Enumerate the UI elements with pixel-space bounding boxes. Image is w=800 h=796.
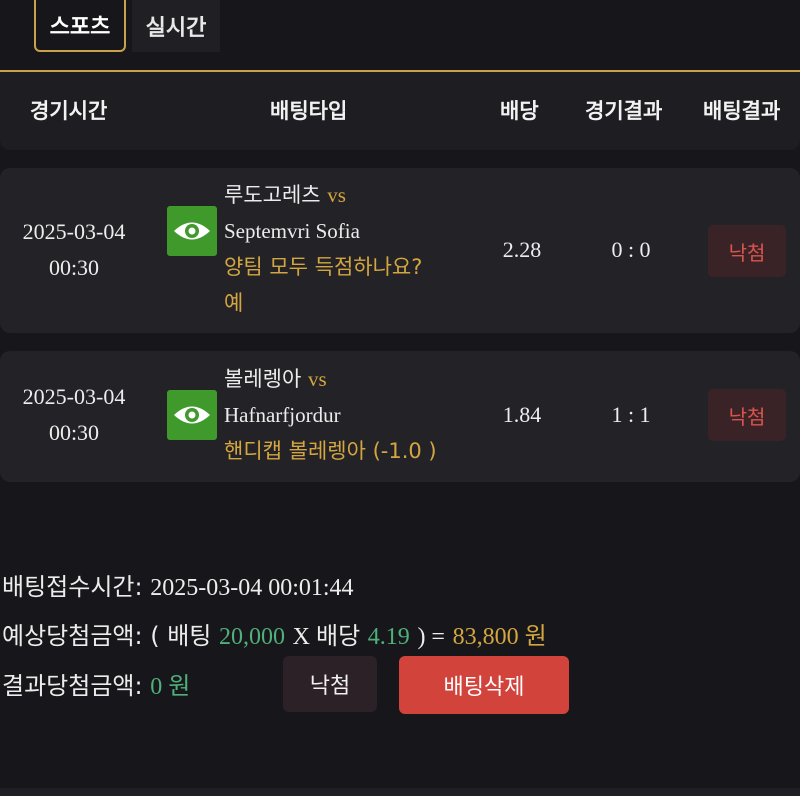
status-button[interactable]: 낙첨 bbox=[283, 656, 377, 712]
tab-sports[interactable]: 스포츠 bbox=[34, 0, 126, 52]
bet-market: 양팀 모두 득점하나요? bbox=[224, 255, 423, 279]
column-header-bet-result: 배팅결과 bbox=[703, 99, 781, 123]
column-header-odds: 배당 bbox=[500, 99, 539, 123]
away-team: Hafnarfjordur bbox=[224, 403, 341, 427]
home-team: 루도고레츠 bbox=[224, 183, 321, 207]
column-header-match-result: 경기결과 bbox=[585, 99, 663, 123]
result-amount: 0 원 bbox=[150, 674, 191, 700]
column-header-time: 경기시간 bbox=[30, 99, 108, 123]
tab-live[interactable]: 실시간 bbox=[132, 0, 220, 52]
table-header: 경기시간 배팅타입 배당 경기결과 배팅결과 bbox=[0, 72, 800, 150]
delete-bet-button[interactable]: 배팅삭제 bbox=[399, 656, 569, 714]
x-odds-label: X 배당 bbox=[292, 624, 361, 650]
received-time-line: 배팅접수시간: 2025-03-04 00:01:44 bbox=[2, 567, 354, 602]
close-equals: ) = bbox=[417, 624, 445, 650]
bet-amount: 20,000 bbox=[219, 624, 286, 650]
match-datetime: 2025-03-04 00:30 bbox=[0, 214, 148, 286]
odds-value: 2.28 bbox=[502, 237, 542, 262]
table-row: 2025-03-04 00:30 루도고레츠 vs Septemvri Sofi… bbox=[0, 168, 800, 333]
expected-winnings-line: 예상당첨금액: ( 배팅 20,000 X 배당 4.19 ) = 83,800… bbox=[2, 616, 547, 651]
status-badge: 낙첨 bbox=[708, 225, 786, 277]
match-time: 00:30 bbox=[48, 255, 100, 280]
result-winnings-line: 결과당첨금액: 0 원 bbox=[2, 666, 190, 701]
open-paren-bet: ( 배팅 bbox=[150, 622, 212, 650]
match-score: 1 : 1 bbox=[611, 402, 651, 427]
home-team: 볼레렝아 bbox=[224, 367, 302, 391]
eye-icon[interactable] bbox=[167, 390, 217, 440]
status-badge: 낙첨 bbox=[708, 389, 786, 441]
bottom-divider bbox=[0, 788, 800, 796]
eye-icon[interactable] bbox=[167, 206, 217, 256]
vs-label: vs bbox=[307, 367, 327, 391]
column-header-bet-type: 배팅타입 bbox=[270, 99, 348, 123]
match-date: 2025-03-04 bbox=[22, 219, 126, 244]
match-score: 0 : 0 bbox=[611, 237, 651, 262]
vs-label: vs bbox=[327, 183, 346, 207]
match-date: 2025-03-04 bbox=[22, 384, 126, 409]
expected-winnings-label: 예상당첨금액: bbox=[2, 622, 143, 650]
total-odds: 4.19 bbox=[367, 624, 410, 650]
bet-details: 루도고레츠 vs Septemvri Sofia 양팀 모두 득점하나요? 예 bbox=[224, 177, 422, 321]
bet-pick: 예 bbox=[224, 291, 244, 315]
table-row: 2025-03-04 00:30 볼레렝아 vs Hafnarfjordur 핸… bbox=[0, 351, 800, 482]
expected-amount: 83,800 원 bbox=[452, 624, 547, 650]
received-time-value: 2025-03-04 00:01:44 bbox=[150, 575, 354, 601]
tab-bar: 스포츠 실시간 bbox=[34, 0, 220, 52]
match-datetime: 2025-03-04 00:30 bbox=[0, 379, 148, 451]
away-team: Septemvri Sofia bbox=[224, 219, 360, 243]
bet-details: 볼레렝아 vs Hafnarfjordur 핸디캡 볼레렝아 (-1.0 ) bbox=[224, 361, 437, 469]
bet-market: 핸디캡 볼레렝아 (-1.0 ) bbox=[224, 439, 437, 463]
odds-value: 1.84 bbox=[502, 402, 542, 427]
match-time: 00:30 bbox=[48, 420, 100, 445]
result-winnings-label: 결과당첨금액: bbox=[2, 672, 143, 700]
received-time-label: 배팅접수시간: bbox=[2, 573, 143, 601]
